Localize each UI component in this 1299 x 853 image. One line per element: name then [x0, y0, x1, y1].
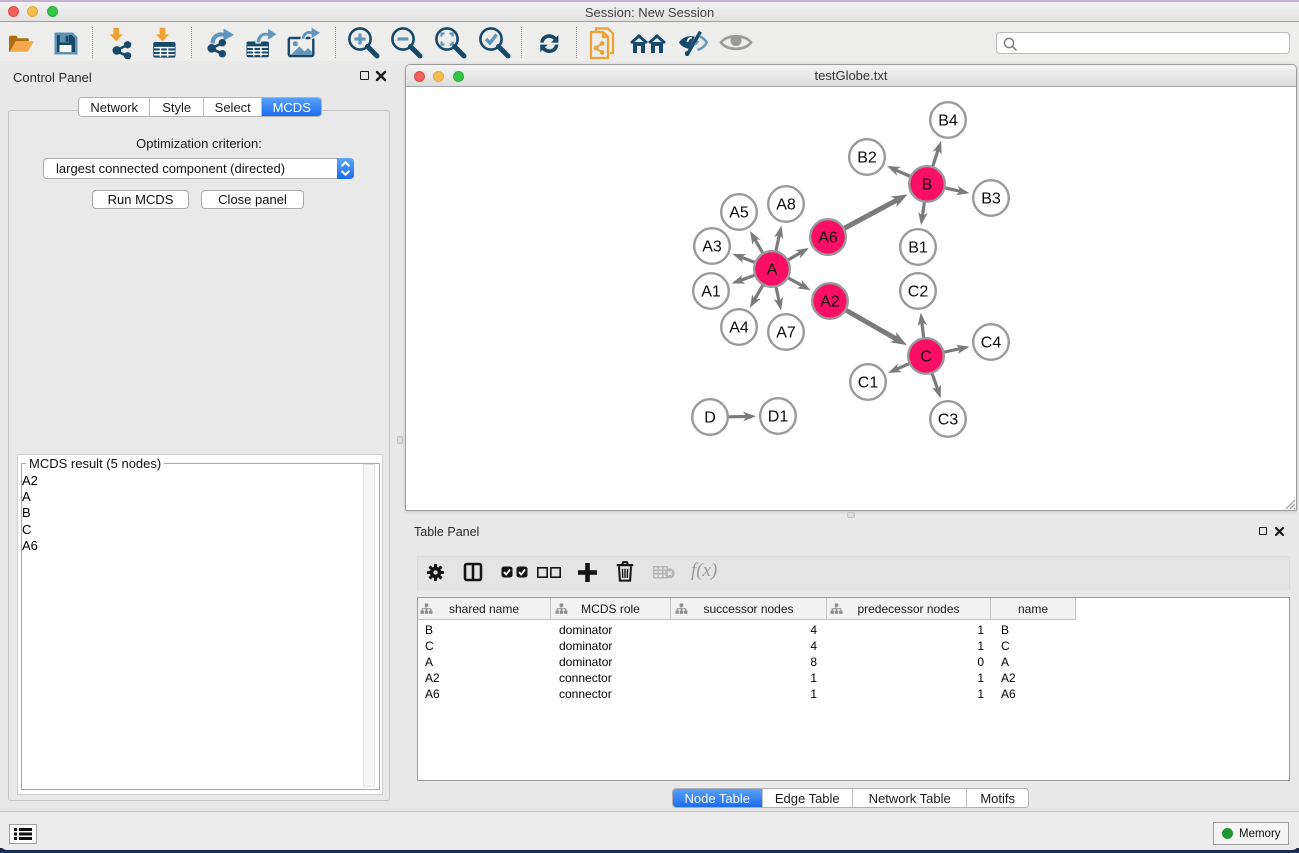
svg-text:C3: C3	[938, 412, 959, 429]
svg-text:A7: A7	[776, 325, 796, 342]
svg-text:B3: B3	[981, 191, 1001, 208]
svg-text:A5: A5	[729, 205, 749, 222]
svg-text:B4: B4	[938, 113, 958, 130]
svg-text:A4: A4	[729, 320, 749, 337]
svg-text:C4: C4	[981, 335, 1002, 352]
svg-text:D1: D1	[768, 409, 789, 426]
svg-text:A2: A2	[820, 294, 840, 311]
svg-text:A1: A1	[701, 284, 721, 301]
svg-text:B1: B1	[908, 240, 928, 257]
svg-text:A: A	[767, 262, 778, 279]
svg-text:B2: B2	[857, 150, 877, 167]
svg-text:A3: A3	[702, 239, 722, 256]
svg-text:A8: A8	[776, 197, 796, 214]
svg-text:C1: C1	[858, 375, 879, 392]
svg-text:A6: A6	[818, 230, 838, 247]
svg-text:C2: C2	[908, 284, 929, 301]
svg-text:B: B	[922, 177, 933, 194]
svg-text:C: C	[920, 349, 932, 366]
svg-text:D: D	[704, 410, 716, 427]
